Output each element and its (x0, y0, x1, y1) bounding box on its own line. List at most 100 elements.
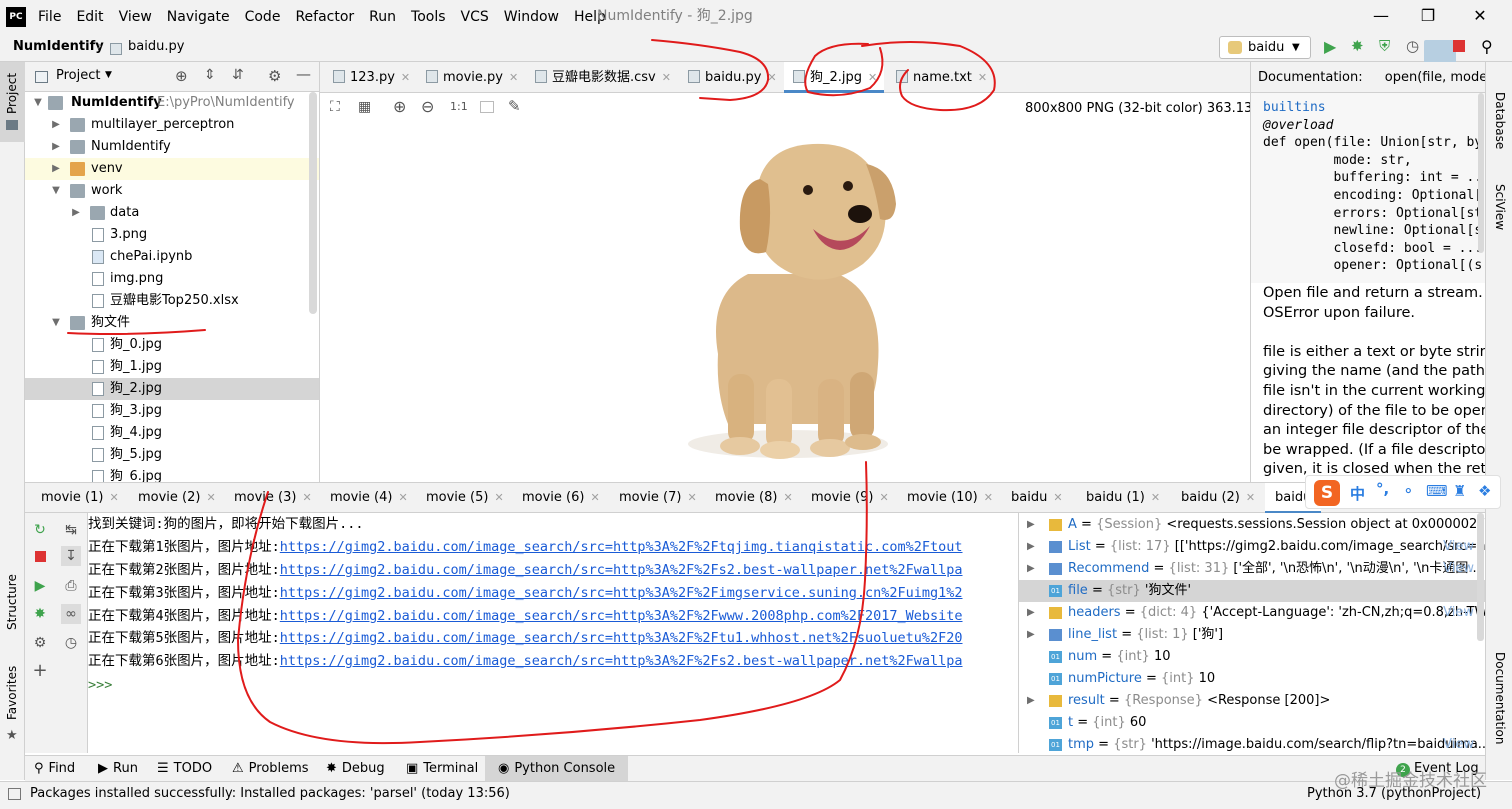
tree-item-file[interactable]: 狗_6.jpg (25, 466, 319, 482)
chevron-right-icon[interactable]: ▶ (1027, 536, 1035, 558)
variable-row[interactable]: ▶ Recommend = {list: 31} ['全部', '\n恐怖\n'… (1019, 558, 1485, 580)
console-output[interactable]: 找到关键词:狗的图片，即将开始下载图片... 正在下载第1张图片，图片地址:ht… (88, 513, 1014, 753)
tree-item-folder[interactable]: ▶ NumIdentify (25, 136, 319, 158)
collapse-all-icon[interactable]: ⇵ (232, 67, 244, 83)
variable-row[interactable]: ▶ result = {Response} <Response [200]> (1019, 690, 1485, 712)
variable-row-selected[interactable]: 01 file = {str} '狗文件' (1019, 580, 1485, 602)
console-prompt[interactable]: >>> (88, 674, 112, 696)
close-tab-icon[interactable]: ✕ (984, 491, 993, 504)
print-icon[interactable]: ⎙ (61, 576, 81, 596)
console-tab[interactable]: baidu (1) ✕ (1086, 483, 1160, 513)
coverage-icon[interactable]: ⛨ (1379, 37, 1390, 55)
tree-item-file[interactable]: 豆瓣电影Top250.xlsx (25, 290, 319, 312)
tree-item-file[interactable]: img.png (25, 268, 319, 290)
tree-item-file[interactable]: 3.png (25, 224, 319, 246)
chevron-right-icon[interactable]: ▶ (1027, 624, 1035, 646)
chevron-right-icon[interactable]: ▶ (70, 202, 82, 224)
chevron-right-icon[interactable]: ▶ (1027, 690, 1035, 712)
project-tool-label[interactable]: Project (5, 73, 19, 114)
tree-item-folder[interactable]: ▼ 狗文件 (25, 312, 319, 334)
image-url-link[interactable]: https://gimg2.baidu.com/image_search/src… (280, 653, 963, 669)
menu-view[interactable]: View (119, 0, 152, 34)
fit-window-icon[interactable] (480, 101, 494, 113)
close-tab-icon[interactable]: ✕ (401, 71, 410, 84)
soft-wrap-icon[interactable]: ↹ (61, 520, 81, 540)
project-panel-title[interactable]: Project (56, 68, 100, 83)
documentation-scrollbar[interactable] (1478, 93, 1484, 253)
chevron-down-icon[interactable]: ▼ (50, 312, 62, 334)
keyboard-icon[interactable]: ⌨ (1426, 482, 1448, 500)
close-tab-icon[interactable]: ✕ (687, 491, 696, 504)
view-link[interactable]: View (1443, 734, 1474, 753)
sciview-tool-label[interactable]: SciView (1493, 184, 1507, 230)
close-tab-icon[interactable]: ✕ (206, 491, 215, 504)
image-url-link[interactable]: https://gimg2.baidu.com/image_search/src… (280, 585, 963, 601)
gear-icon[interactable]: ⚙ (268, 67, 281, 85)
chevron-right-icon[interactable]: ▶ (50, 136, 62, 158)
console-tab[interactable]: movie (3) ✕ (234, 483, 312, 513)
tab-baidu-py[interactable]: baidu.py ✕ (688, 62, 777, 93)
hide-panel-icon[interactable]: — (296, 65, 311, 83)
microphone-icon[interactable]: ⚬ (1402, 482, 1415, 500)
close-tab-icon[interactable]: ✕ (509, 71, 518, 84)
tree-item-folder[interactable]: ▼ work (25, 180, 319, 202)
variable-row[interactable]: ▶ A = {Session} <requests.sessions.Sessi… (1019, 514, 1485, 536)
tab-movie-py[interactable]: movie.py ✕ (426, 62, 518, 93)
toggle-tool-windows-icon[interactable] (8, 788, 21, 800)
sogou-logo-icon[interactable]: S (1314, 480, 1340, 506)
locate-file-icon[interactable]: ⊕ (175, 67, 188, 85)
actual-size-button[interactable]: 1:1 (450, 100, 468, 113)
console-tab[interactable]: baidu (2) ✕ (1181, 483, 1255, 513)
image-url-link[interactable]: https://gimg2.baidu.com/image_search/src… (280, 630, 963, 646)
close-tab-icon[interactable]: ✕ (879, 491, 888, 504)
toolbox-icon[interactable]: ❖ (1478, 482, 1491, 500)
tool-tab-debug[interactable]: ✸ Debug (326, 756, 385, 782)
close-tab-icon[interactable]: ✕ (868, 71, 877, 84)
chevron-right-icon[interactable]: ▶ (1027, 514, 1035, 536)
tab-123-py[interactable]: 123.py ✕ (333, 62, 410, 93)
menu-run[interactable]: Run (369, 0, 396, 34)
tree-item-file[interactable]: 狗_4.jpg (25, 422, 319, 444)
ime-punctuation-icon[interactable]: °, (1376, 480, 1389, 498)
status-message[interactable]: Packages installed successfully: Install… (30, 786, 510, 801)
console-tab[interactable]: movie (6) ✕ (522, 483, 600, 513)
console-tab[interactable]: movie (7) ✕ (619, 483, 697, 513)
tool-tab-terminal[interactable]: ▣ Terminal (406, 756, 478, 782)
tree-item-file[interactable]: chePai.ipynb (25, 246, 319, 268)
fit-zoom-icon[interactable]: ⛶ (330, 99, 340, 115)
variable-row[interactable]: ▶ headers = {dict: 4} {'Accept-Language'… (1019, 602, 1485, 624)
chevron-right-icon[interactable]: ▶ (50, 114, 62, 136)
minimize-icon[interactable]: — (1366, 4, 1396, 28)
variable-row[interactable]: ▶ line_list = {list: 1} ['狗'] (1019, 624, 1485, 646)
chevron-right-icon[interactable]: ▶ (1027, 558, 1035, 580)
zoom-in-icon[interactable]: ⊕ (393, 97, 406, 116)
chevron-right-icon[interactable]: ▶ (50, 158, 62, 180)
stop-icon[interactable] (1453, 40, 1465, 52)
close-tab-icon[interactable]: ✕ (590, 491, 599, 504)
image-url-link[interactable]: https://gimg2.baidu.com/image_search/src… (280, 608, 963, 624)
variables-scrollbar[interactable] (1477, 513, 1484, 641)
tool-tab-todo[interactable]: ☰ TODO (157, 756, 212, 782)
chevron-down-icon[interactable]: ▼ (32, 92, 44, 114)
close-tab-icon[interactable]: ✕ (1246, 491, 1255, 504)
variable-row[interactable]: 01 num = {int} 10 (1019, 646, 1485, 668)
tab-dog-2-jpg-active[interactable]: 狗_2.jpg ✕ (784, 62, 884, 93)
history-icon[interactable]: ◷ (61, 633, 81, 653)
console-tab[interactable]: movie (8) ✕ (715, 483, 793, 513)
variable-row[interactable]: 01 numPicture = {int} 10 (1019, 668, 1485, 690)
menu-edit[interactable]: Edit (76, 0, 103, 34)
tree-item-root[interactable]: ▼ NumIdentify E:\pyPro\NumIdentify (25, 92, 319, 114)
maximize-icon[interactable]: ❐ (1413, 4, 1443, 28)
close-tab-icon[interactable]: ✕ (1151, 491, 1160, 504)
view-link[interactable]: View (1443, 536, 1474, 558)
project-scrollbar[interactable] (309, 92, 317, 314)
tree-item-file[interactable]: 狗_0.jpg (25, 334, 319, 356)
menu-navigate[interactable]: Navigate (167, 0, 230, 34)
profile-icon[interactable]: ◷ (1406, 37, 1419, 55)
tool-tab-python-console-active[interactable]: ◉ Python Console (485, 756, 629, 782)
debug-icon[interactable]: ✸ (1351, 37, 1364, 55)
console-tab[interactable]: movie (9) ✕ (811, 483, 889, 513)
database-tool-label[interactable]: Database (1493, 92, 1507, 149)
structure-tool-label[interactable]: Structure (5, 574, 19, 630)
run-icon[interactable]: ▶ (1324, 37, 1336, 56)
